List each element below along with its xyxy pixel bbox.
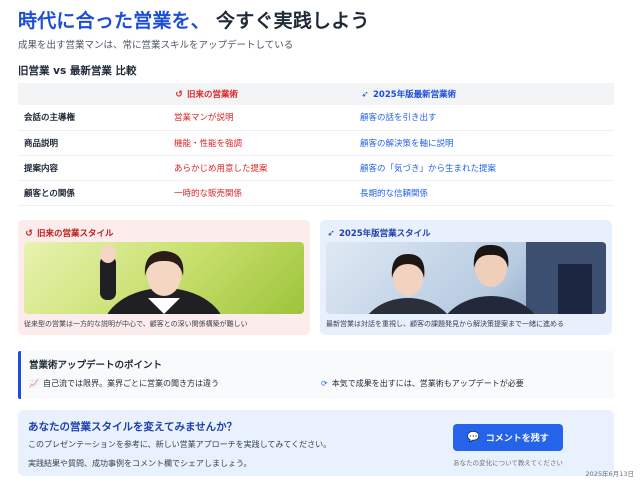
new-style-card-header: ➶ 2025年版営業スタイル <box>326 226 606 242</box>
row-key: 会話の主導権 <box>18 105 168 131</box>
row-key: 顧客との関係 <box>18 180 168 206</box>
old-style-caption: 従来型の営業は一方的な説明が中心で、顧客との深い関係構築が難しい <box>24 320 248 328</box>
rocket-icon: ➶ <box>361 90 369 100</box>
page-subtitle: 成果を出す営業マンは、常に営業スキルをアップデートしている <box>18 40 294 51</box>
slide: 時代に合った営業を、 今すぐ実践しよう 成果を出す営業マンは、常に営業スキルをアッ… <box>0 0 640 484</box>
cta-heading: あなたの営業スタイルを変えてみませんか？ <box>28 421 238 433</box>
point-left-text: 自己流では限界。業界ごとに営業の聞き方は違う <box>42 379 219 388</box>
cta-note: あなたの変化について教えてください <box>453 459 563 467</box>
row-new: 顧客の話を引き出す <box>354 105 614 131</box>
leave-comment-button[interactable]: 💬 コメントを残す <box>453 424 563 451</box>
table-row: 顧客との関係 一時的な販売関係 長期的な信頼関係 <box>18 180 614 206</box>
table-row: 提案内容 あらかじめ用意した提案 顧客の「気づき」から生まれた提案 <box>18 155 614 181</box>
row-old: 一時的な販売関係 <box>168 180 354 206</box>
row-old: あらかじめ用意した提案 <box>168 155 354 181</box>
header-key <box>18 83 168 105</box>
businesswoman-illustration <box>100 245 221 314</box>
row-old: 機能・性能を強調 <box>168 130 354 156</box>
old-style-card-header: ↺ 旧来の営業スタイル <box>24 226 304 242</box>
leave-comment-label: コメントを残す <box>485 434 549 444</box>
header-old: ↺ 旧来の営業術 <box>168 83 354 105</box>
old-style-card-title: 旧来の営業スタイル <box>37 229 114 239</box>
title-rest: 今すぐ実践しよう <box>216 10 370 32</box>
history-icon: ↺ <box>25 229 33 239</box>
update-points-heading: 営業術アップデートのポイント <box>29 360 163 371</box>
new-style-card-title: 2025年版営業スタイル <box>339 229 431 239</box>
point-right-text: 本気で成果を出すには、営業術もアップデートが必要 <box>331 379 524 388</box>
old-style-card: ↺ 旧来の営業スタイル 従来型の営業は一方的な説明が中心で、顧客との深い関係構築が… <box>18 220 310 335</box>
row-new: 顧客の解決策を軸に説明 <box>354 130 614 156</box>
title-highlight: 時代に合った営業を、 <box>18 10 211 32</box>
row-old: 営業マンが説明 <box>168 105 354 131</box>
row-new: 顧客の「気づき」から生まれた提案 <box>354 155 614 181</box>
comments-icon: 💬 <box>467 432 480 443</box>
cta-line-1: このプレゼンテーションを参考に、新しい営業アプローチを実践してみてください。 <box>28 440 332 449</box>
footer-date: 2025年6月13日 <box>585 470 634 478</box>
history-icon: ↺ <box>175 90 183 100</box>
table-row: 会話の主導権 営業マンが説明 顧客の話を引き出す <box>18 105 614 131</box>
header-new: ➶ 2025年版最新営業術 <box>354 83 614 105</box>
row-key: 商品説明 <box>18 130 168 156</box>
rocket-icon: ➶ <box>327 229 335 239</box>
row-key: 提案内容 <box>18 155 168 181</box>
point-right: ⟳ 本気で成果を出すには、営業術もアップデートが必要 <box>321 378 524 389</box>
refresh-icon: ⟳ <box>321 379 328 388</box>
comparison-table: ↺ 旧来の営業術 ➶ 2025年版最新営業術 会話の主導権 営業マンが説明 顧客の話… <box>18 83 614 206</box>
update-points-box: 営業術アップデートのポイント 📈 自己流では限界。業界ごとに営業の聞き方は違う ⟳… <box>18 351 614 399</box>
table-header-row: ↺ 旧来の営業術 ➶ 2025年版最新営業術 <box>18 83 614 105</box>
new-style-caption: 最新営業は対話を重視し、顧客の課題発見から解決策提案まで一緒に進める <box>326 320 564 328</box>
new-style-photo <box>326 242 606 314</box>
old-style-photo <box>24 242 304 314</box>
business-team-illustration <box>368 242 606 314</box>
chart-line-icon: 📈 <box>29 379 39 388</box>
new-style-card: ➶ 2025年版営業スタイル 最新営業は対話を重視し、顧客の課題発見から解決策提案… <box>320 220 612 335</box>
point-left: 📈 自己流では限界。業界ごとに営業の聞き方は違う <box>29 378 219 389</box>
row-new: 長期的な信頼関係 <box>354 180 614 206</box>
cta-box: あなたの営業スタイルを変えてみませんか？ このプレゼンテーションを参考に、新しい… <box>18 410 614 476</box>
header-old-label: 旧来の営業術 <box>187 90 239 100</box>
cta-line-2: 実践結果や質問、成功事例をコメント欄でシェアしましょう。 <box>28 459 252 468</box>
table-row: 商品説明 機能・性能を強調 顧客の解決策を軸に説明 <box>18 130 614 156</box>
page-title: 時代に合った営業を、 今すぐ実践しよう <box>18 6 370 33</box>
header-new-label: 2025年版最新営業術 <box>373 90 457 100</box>
comparison-heading: 旧営業 vs 最新営業 比較 <box>18 65 137 77</box>
